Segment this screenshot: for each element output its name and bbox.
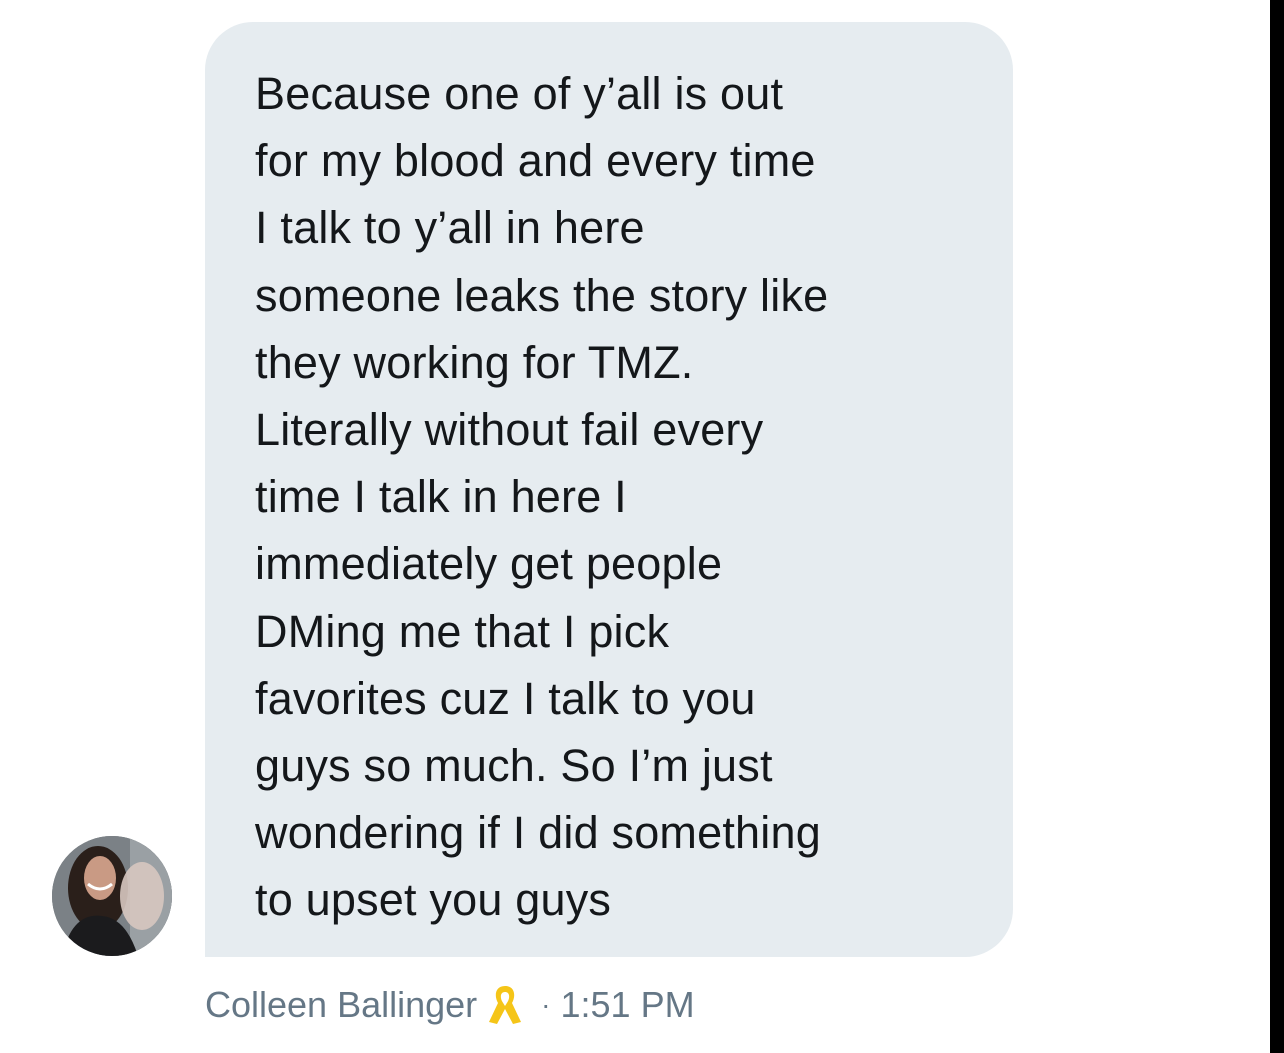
message-bubble[interactable]: Because one of y’all is out for my blood…	[205, 22, 1013, 957]
message-line: Because one of y’all is out	[255, 68, 784, 119]
message-line: immediately get people	[255, 538, 723, 590]
message-line: I talk to y’all in here	[255, 202, 645, 254]
message-line: Literally without fail every	[255, 404, 764, 456]
message-line: wondering if I did something	[255, 807, 821, 859]
dm-conversation: Because one of y’all is out for my blood…	[0, 0, 1284, 1053]
message-line: for my blood and every time	[255, 135, 816, 187]
message-line: DMing me that I pick	[255, 605, 670, 657]
message-line: someone leaks the story like	[255, 269, 829, 321]
message-line: favorites cuz I talk to you	[255, 672, 756, 724]
sender-name[interactable]: Colleen Ballinger	[205, 984, 477, 1026]
message-meta: Colleen Ballinger · 1:51 PM	[205, 982, 695, 1028]
avatar[interactable]	[52, 836, 172, 956]
window-edge	[1270, 0, 1284, 1053]
meta-separator: ·	[541, 989, 551, 1020]
yellow-ribbon-icon	[485, 982, 525, 1028]
message-timestamp: 1:51 PM	[560, 984, 695, 1025]
message-line: they working for TMZ.	[255, 336, 694, 388]
message-line: time I talk in here I	[255, 471, 627, 523]
message-line: guys so much. So I’m just	[255, 740, 773, 792]
message-line: to upset you guys	[255, 874, 612, 926]
avatar-photo	[52, 836, 172, 956]
